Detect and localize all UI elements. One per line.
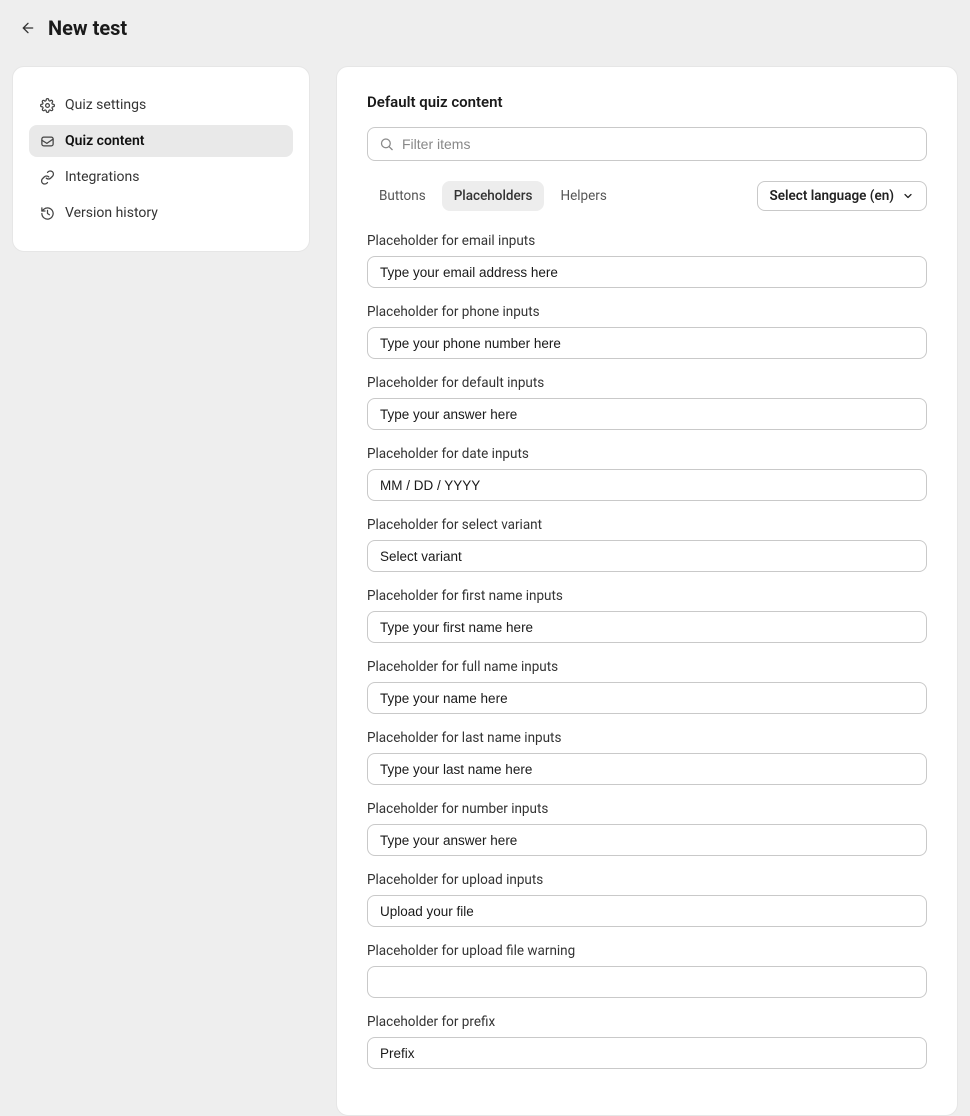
field-row: Placeholder for select variant bbox=[367, 517, 927, 572]
field-label: Placeholder for default inputs bbox=[367, 375, 927, 391]
field-input[interactable] bbox=[367, 966, 927, 998]
field-row: Placeholder for upload file warning bbox=[367, 943, 927, 998]
language-select-label: Select language (en) bbox=[770, 188, 895, 204]
gear-icon bbox=[39, 97, 55, 113]
field-input[interactable] bbox=[367, 682, 927, 714]
field-label: Placeholder for phone inputs bbox=[367, 304, 927, 320]
back-button[interactable] bbox=[18, 18, 38, 38]
sidebar-item-integrations[interactable]: Integrations bbox=[29, 161, 293, 193]
history-icon bbox=[39, 205, 55, 221]
field-input[interactable] bbox=[367, 327, 927, 359]
main-panel: Default quiz content ButtonsPlaceholders… bbox=[336, 66, 958, 1116]
field-row: Placeholder for prefix bbox=[367, 1014, 927, 1069]
sidebar-item-label: Integrations bbox=[65, 169, 139, 185]
filter-items-input[interactable] bbox=[367, 127, 927, 161]
sidebar-item-label: Version history bbox=[65, 205, 158, 221]
field-row: Placeholder for first name inputs bbox=[367, 588, 927, 643]
language-select[interactable]: Select language (en) bbox=[757, 181, 928, 211]
field-row: Placeholder for default inputs bbox=[367, 375, 927, 430]
field-row: Placeholder for email inputs bbox=[367, 233, 927, 288]
page-header: New test bbox=[0, 0, 970, 54]
sidebar-item-quiz-content[interactable]: Quiz content bbox=[29, 125, 293, 157]
field-input[interactable] bbox=[367, 895, 927, 927]
field-input[interactable] bbox=[367, 398, 927, 430]
sidebar-item-quiz-settings[interactable]: Quiz settings bbox=[29, 89, 293, 121]
fields-list: Placeholder for email inputs Placeholder … bbox=[367, 233, 927, 1069]
field-label: Placeholder for prefix bbox=[367, 1014, 927, 1030]
tab-buttons[interactable]: Buttons bbox=[367, 181, 438, 211]
field-row: Placeholder for phone inputs bbox=[367, 304, 927, 359]
field-row: Placeholder for date inputs bbox=[367, 446, 927, 501]
field-label: Placeholder for number inputs bbox=[367, 801, 927, 817]
field-input[interactable] bbox=[367, 611, 927, 643]
content-icon bbox=[39, 133, 55, 149]
sidebar: Quiz settings Quiz content Integrations Ver… bbox=[12, 66, 310, 252]
sidebar-item-label: Quiz settings bbox=[65, 97, 146, 113]
tab-helpers[interactable]: Helpers bbox=[548, 181, 618, 211]
tabs: ButtonsPlaceholdersHelpers bbox=[367, 181, 619, 211]
field-label: Placeholder for last name inputs bbox=[367, 730, 927, 746]
field-label: Placeholder for full name inputs bbox=[367, 659, 927, 675]
link-icon bbox=[39, 169, 55, 185]
field-input[interactable] bbox=[367, 824, 927, 856]
field-label: Placeholder for first name inputs bbox=[367, 588, 927, 604]
field-label: Placeholder for upload file warning bbox=[367, 943, 927, 959]
chevron-down-icon bbox=[902, 190, 914, 202]
tabs-row: ButtonsPlaceholdersHelpers Select langua… bbox=[367, 181, 927, 211]
field-row: Placeholder for upload inputs bbox=[367, 872, 927, 927]
search-icon bbox=[379, 137, 394, 152]
tab-placeholders[interactable]: Placeholders bbox=[442, 181, 545, 211]
field-label: Placeholder for email inputs bbox=[367, 233, 927, 249]
field-input[interactable] bbox=[367, 753, 927, 785]
field-input[interactable] bbox=[367, 256, 927, 288]
section-title: Default quiz content bbox=[367, 93, 927, 111]
sidebar-item-version-history[interactable]: Version history bbox=[29, 197, 293, 229]
field-label: Placeholder for select variant bbox=[367, 517, 927, 533]
filter-items-wrap bbox=[367, 127, 927, 161]
sidebar-item-label: Quiz content bbox=[65, 133, 144, 149]
field-input[interactable] bbox=[367, 469, 927, 501]
field-label: Placeholder for date inputs bbox=[367, 446, 927, 462]
page-title: New test bbox=[48, 16, 127, 40]
field-row: Placeholder for full name inputs bbox=[367, 659, 927, 714]
field-label: Placeholder for upload inputs bbox=[367, 872, 927, 888]
field-row: Placeholder for last name inputs bbox=[367, 730, 927, 785]
field-row: Placeholder for number inputs bbox=[367, 801, 927, 856]
field-input[interactable] bbox=[367, 1037, 927, 1069]
field-input[interactable] bbox=[367, 540, 927, 572]
arrow-left-icon bbox=[20, 20, 36, 36]
